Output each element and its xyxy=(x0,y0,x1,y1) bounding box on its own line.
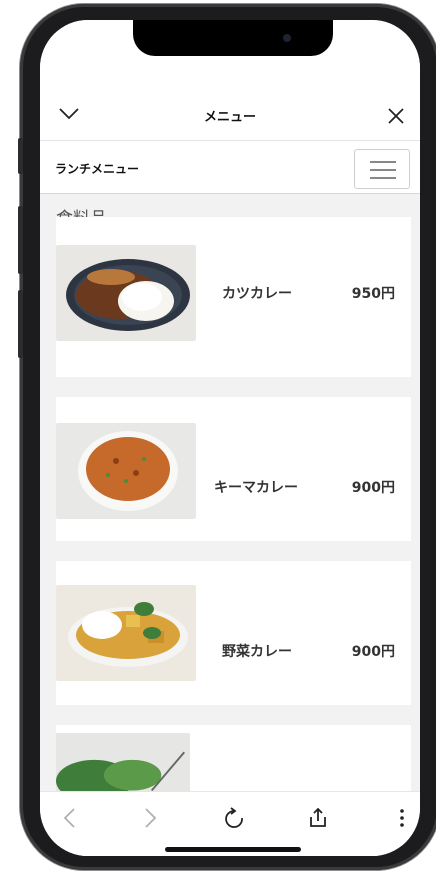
katsu-curry-image xyxy=(56,245,196,341)
home-indicator[interactable] xyxy=(165,847,301,852)
chevron-right-icon[interactable] xyxy=(138,806,162,830)
list-item[interactable]: 野菜カレー 900円 xyxy=(56,561,411,705)
front-camera xyxy=(283,34,291,42)
browser-toolbar xyxy=(40,791,420,856)
dish-name: 野菜カレー xyxy=(222,644,292,660)
share-icon[interactable] xyxy=(306,806,330,830)
keema-curry-image xyxy=(56,423,196,519)
close-icon[interactable] xyxy=(386,106,406,126)
list-item[interactable]: カツカレー 950円 xyxy=(56,217,411,377)
chevron-left-icon[interactable] xyxy=(58,806,82,830)
page-title: メニュー xyxy=(203,110,256,125)
list-item[interactable]: キーマカレー 900円 xyxy=(56,397,411,541)
volume-down-button xyxy=(18,290,23,358)
dish-price: 900円 xyxy=(351,480,395,496)
mute-switch xyxy=(18,138,23,174)
volume-up-button xyxy=(18,206,23,274)
notch xyxy=(133,20,333,56)
reload-icon[interactable] xyxy=(222,806,246,830)
menu-header-title: ランチメニュー xyxy=(55,162,140,176)
more-vertical-icon[interactable] xyxy=(390,806,414,830)
dish-price: 950円 xyxy=(351,286,395,302)
vegetable-curry-image xyxy=(56,585,196,681)
phone-screen: メニュー ランチメニュー 食料品 カツカレー 950円 xyxy=(40,20,420,856)
dish-name: キーマカレー xyxy=(214,480,298,496)
dish-name: カツカレー xyxy=(222,286,292,302)
menu-header: ランチメニュー xyxy=(40,141,420,194)
hamburger-menu-button[interactable] xyxy=(354,149,410,189)
navigation-bar: メニュー xyxy=(40,80,420,141)
dish-price: 900円 xyxy=(351,644,395,660)
